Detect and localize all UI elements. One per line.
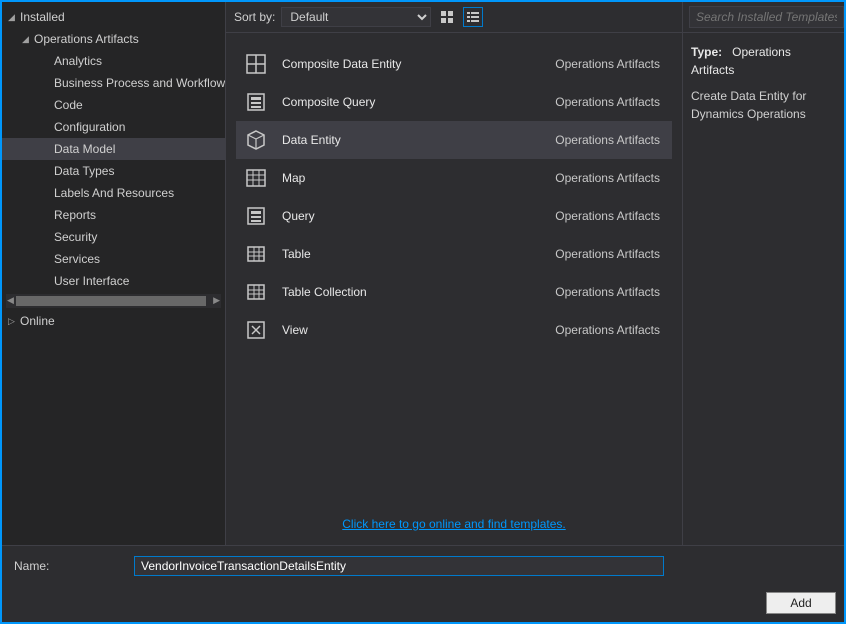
- template-map[interactable]: Map Operations Artifacts: [236, 159, 672, 197]
- view-list-button[interactable]: [463, 7, 483, 27]
- horizontal-scrollbar[interactable]: ◀ ▶: [6, 294, 221, 308]
- template-name: Composite Data Entity: [282, 57, 541, 71]
- scroll-right-icon: ▶: [213, 295, 220, 306]
- template-name: Map: [282, 171, 541, 185]
- template-composite-query[interactable]: Composite Query Operations Artifacts: [236, 83, 672, 121]
- view-large-icons-button[interactable]: [437, 7, 457, 27]
- template-table[interactable]: Table Operations Artifacts: [236, 235, 672, 273]
- name-row: Name:: [2, 545, 844, 586]
- chevron-down-icon: ◢: [8, 12, 20, 23]
- scroll-left-icon: ◀: [7, 295, 14, 306]
- tree-item-user-interface[interactable]: User Interface: [2, 270, 225, 292]
- template-description: Create Data Entity for Dynamics Operatio…: [691, 87, 836, 123]
- tree-item-data-model[interactable]: Data Model: [2, 138, 225, 160]
- sort-label: Sort by:: [234, 10, 275, 24]
- tree-label: Data Types: [54, 164, 114, 178]
- tree-label: Online: [20, 314, 55, 328]
- template-data-entity[interactable]: Data Entity Operations Artifacts: [236, 121, 672, 159]
- name-input[interactable]: [134, 556, 664, 576]
- tree-item-online[interactable]: ▷ Online: [2, 310, 225, 332]
- template-name: Table: [282, 247, 541, 261]
- tree-label: Labels And Resources: [54, 186, 174, 200]
- table-collection-icon: [244, 280, 268, 304]
- type-label: Type:: [691, 45, 722, 59]
- template-category: Operations Artifacts: [555, 247, 664, 261]
- tree-label: Operations Artifacts: [34, 32, 139, 46]
- template-category: Operations Artifacts: [555, 171, 664, 185]
- view-icon: [244, 318, 268, 342]
- chevron-down-icon: ◢: [22, 34, 34, 45]
- tree-label: Security: [54, 230, 97, 244]
- template-category: Operations Artifacts: [555, 323, 664, 337]
- template-name: Composite Query: [282, 95, 541, 109]
- add-button[interactable]: Add: [766, 592, 836, 614]
- template-category: Operations Artifacts: [555, 209, 664, 223]
- template-composite-data-entity[interactable]: Composite Data Entity Operations Artifact…: [236, 45, 672, 83]
- tree-label: Reports: [54, 208, 96, 222]
- template-name: Table Collection: [282, 285, 541, 299]
- scroll-thumb[interactable]: [16, 296, 206, 306]
- map-icon: [244, 166, 268, 190]
- data-entity-icon: [244, 128, 268, 152]
- tree-item-security[interactable]: Security: [2, 226, 225, 248]
- template-name: View: [282, 323, 541, 337]
- search-input[interactable]: [689, 6, 844, 28]
- template-category: Operations Artifacts: [555, 285, 664, 299]
- table-icon: [244, 242, 268, 266]
- template-view[interactable]: View Operations Artifacts: [236, 311, 672, 349]
- template-list: Composite Data Entity Operations Artifact…: [226, 33, 682, 505]
- tree-label: Installed: [20, 10, 65, 24]
- template-category-tree: ◢ Installed ◢ Operations Artifacts Analy…: [2, 2, 226, 545]
- tree-item-configuration[interactable]: Configuration: [2, 116, 225, 138]
- name-label: Name:: [14, 559, 122, 573]
- template-category: Operations Artifacts: [555, 57, 664, 71]
- tree-label: Data Model: [54, 142, 115, 156]
- template-table-collection[interactable]: Table Collection Operations Artifacts: [236, 273, 672, 311]
- tree-label: Business Process and Workflow: [54, 76, 225, 90]
- tree-label: Analytics: [54, 54, 102, 68]
- template-category: Operations Artifacts: [555, 95, 664, 109]
- tree-item-labels-and-resources[interactable]: Labels And Resources: [2, 182, 225, 204]
- query-icon: [244, 204, 268, 228]
- tree-item-installed[interactable]: ◢ Installed: [2, 6, 225, 28]
- tree-item-business-process-and-workflow[interactable]: Business Process and Workflow: [2, 72, 225, 94]
- template-details: Type: Operations Artifacts Create Data E…: [683, 33, 844, 133]
- tree-item-services[interactable]: Services: [2, 248, 225, 270]
- template-name: Query: [282, 209, 541, 223]
- tree-item-data-types[interactable]: Data Types: [2, 160, 225, 182]
- sort-bar: Sort by: Default: [226, 2, 682, 33]
- composite-entity-icon: [244, 52, 268, 76]
- tree-item-reports[interactable]: Reports: [2, 204, 225, 226]
- sort-dropdown[interactable]: Default: [281, 7, 431, 27]
- template-name: Data Entity: [282, 133, 541, 147]
- tree-label: Configuration: [54, 120, 125, 134]
- online-templates-link[interactable]: Click here to go online and find templat…: [342, 517, 565, 531]
- composite-query-icon: [244, 90, 268, 114]
- template-category: Operations Artifacts: [555, 133, 664, 147]
- tree-item-code[interactable]: Code: [2, 94, 225, 116]
- tree-label: Services: [54, 252, 100, 266]
- tree-label: User Interface: [54, 274, 129, 288]
- tree-item-analytics[interactable]: Analytics: [2, 50, 225, 72]
- tree-item-operations-artifacts[interactable]: ◢ Operations Artifacts: [2, 28, 225, 50]
- chevron-right-icon: ▷: [8, 316, 20, 327]
- template-query[interactable]: Query Operations Artifacts: [236, 197, 672, 235]
- tree-label: Code: [54, 98, 83, 112]
